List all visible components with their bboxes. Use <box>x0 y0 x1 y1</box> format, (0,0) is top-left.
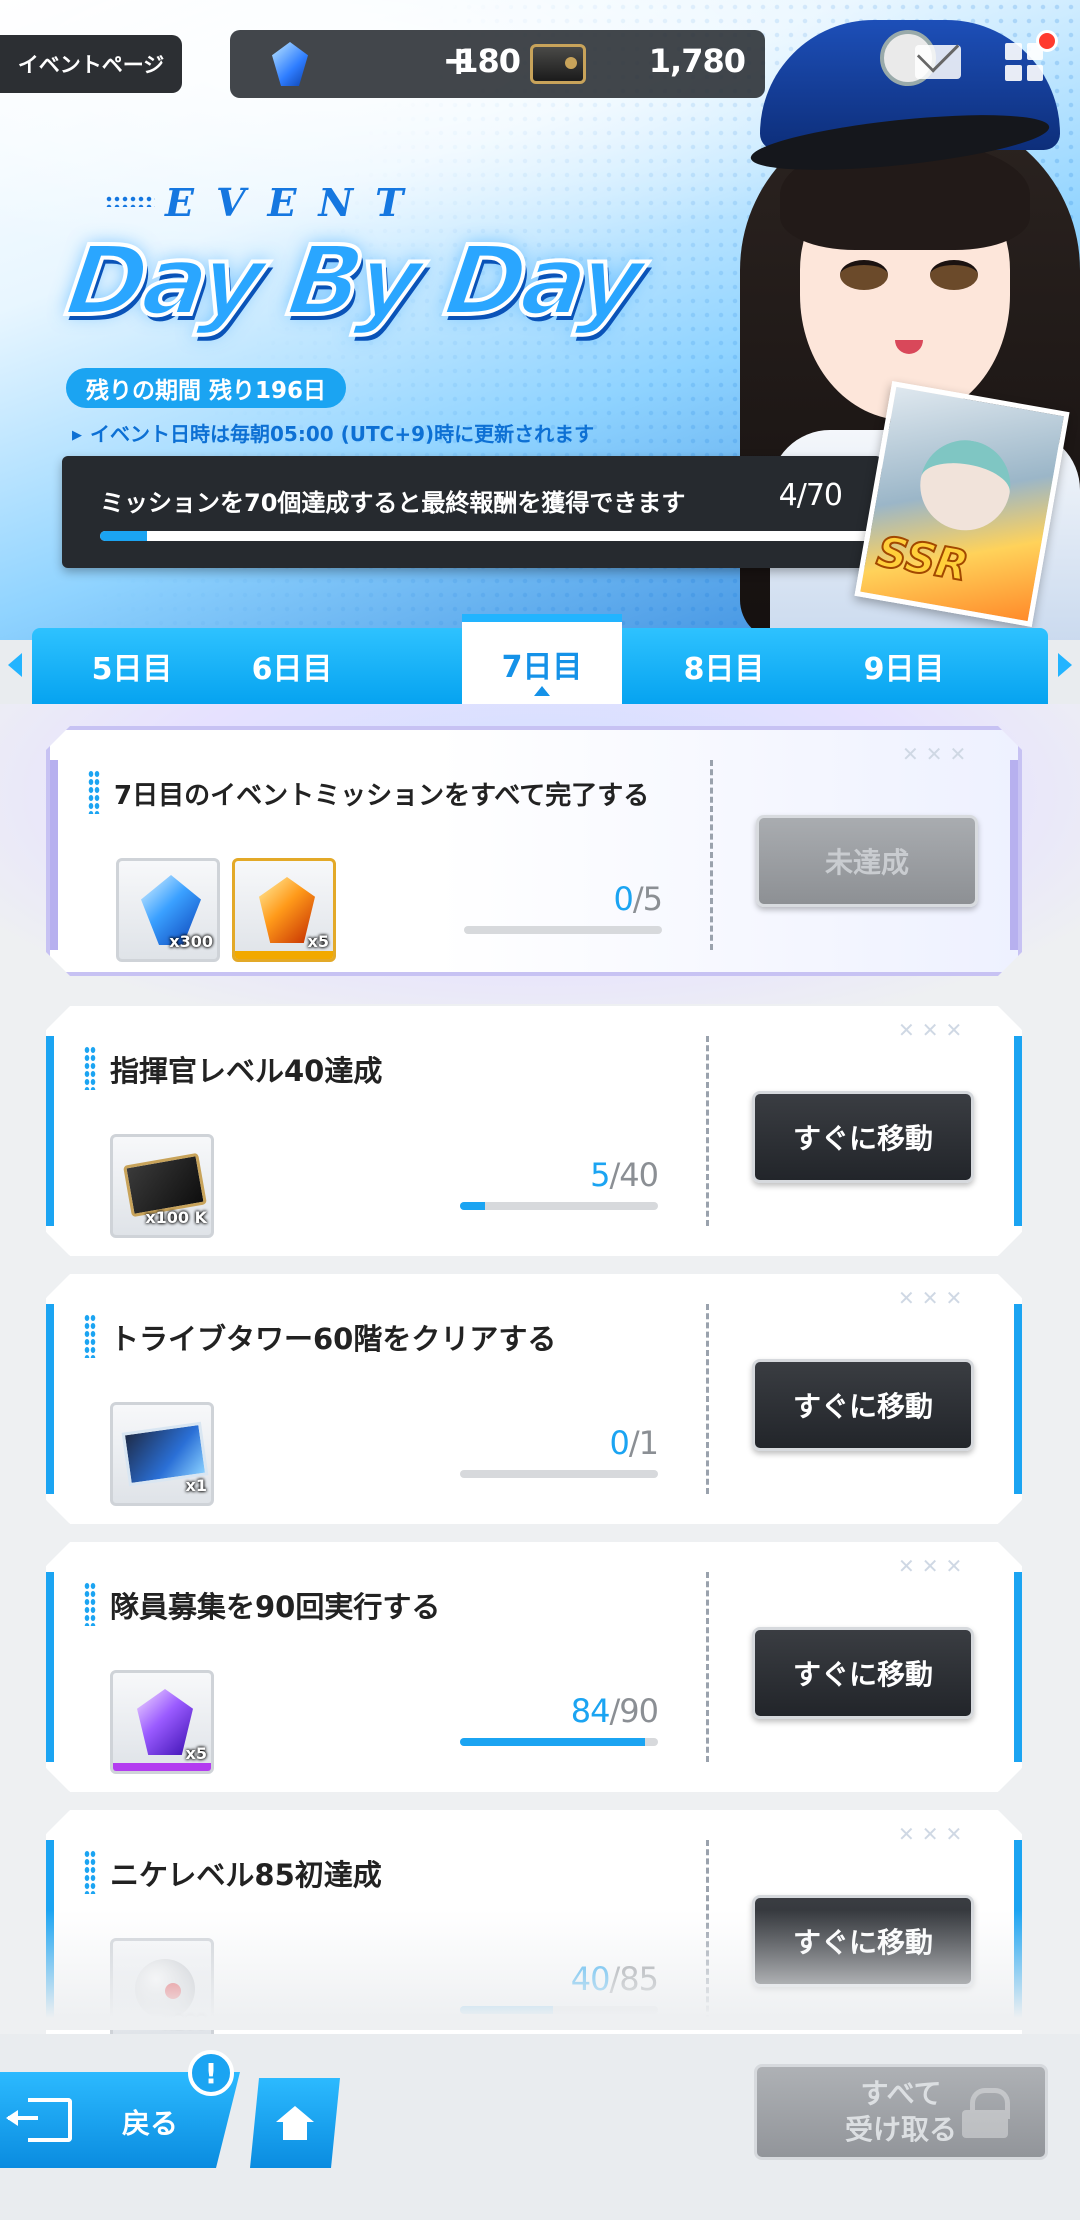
ssr-reward-card[interactable]: SSR <box>854 381 1070 627</box>
event-title-logo: Day By Day <box>58 223 649 339</box>
back-label: 戻る <box>122 2107 179 2140</box>
home-icon <box>276 2106 314 2140</box>
lock-icon <box>962 2088 1010 2138</box>
final-reward-progress-panel[interactable]: ミッションを70個達成すると最終報酬を獲得できます 4/70 <box>62 456 922 568</box>
mission-title: 隊員募集を90回実行する <box>110 1590 441 1624</box>
go-now-button[interactable]: すぐに移動 <box>752 1627 974 1719</box>
ssr-label: SSR <box>872 525 972 591</box>
grip-icon <box>84 1314 96 1358</box>
final-reward-progress-bar <box>100 531 922 541</box>
mission-title: ニケレベル85初達成 <box>110 1858 382 1892</box>
character-eye-right <box>930 260 978 290</box>
dashed-divider <box>710 760 713 950</box>
mission-card-complete-all: ✕ ✕ ✕ 7日目のイベントミッションをすべて完了する x300 x5 0/5 … <box>46 726 1022 976</box>
mission-title: 7日目のイベントミッションをすべて完了する <box>114 781 650 811</box>
ssr-character-portrait <box>913 433 1018 538</box>
grip-icon <box>84 1582 96 1626</box>
mission-progress-fill <box>460 1738 645 1746</box>
tab-day-6[interactable]: 6日目 <box>212 628 372 704</box>
dots-decoration <box>105 195 155 207</box>
tab-scroll-right-icon[interactable] <box>1058 653 1072 677</box>
mission-title: トライブタワー60階をクリアする <box>110 1322 557 1356</box>
update-note: イベント日時は毎朝05:00 (UTC+9)時に更新されます <box>72 418 594 447</box>
mission-progress-bar <box>460 1738 658 1746</box>
exit-arrow-icon <box>6 2098 72 2142</box>
grip-icon <box>88 770 100 814</box>
mission-list[interactable]: ✕ ✕ ✕ 7日目のイベントミッションをすべて完了する x300 x5 0/5 … <box>0 704 1080 2034</box>
go-now-button[interactable]: すぐに移動 <box>752 1359 974 1451</box>
tab-day-7[interactable]: 7日目 <box>462 614 622 706</box>
decor-x-icon: ✕ ✕ ✕ <box>898 1822 963 1846</box>
credit-count: 1,780 <box>648 42 746 80</box>
reward-qty: x100 K <box>145 1208 207 1227</box>
decor-x-icon: ✕ ✕ ✕ <box>898 1554 963 1578</box>
mission-progress-text: 5/40 <box>590 1156 659 1194</box>
dashed-divider <box>706 1036 709 1226</box>
mission-card: ✕ ✕ ✕ トライブタワー60階をクリアする x1 0/1 すぐに移動 <box>46 1274 1022 1524</box>
reward-qty: x5 <box>185 1744 207 1763</box>
tab-day-8[interactable]: 8日目 <box>644 628 804 704</box>
mission-title: 指揮官レベル40達成 <box>110 1054 383 1088</box>
reward-item[interactable]: x5 <box>232 858 336 962</box>
grip-icon <box>84 1046 96 1090</box>
list-bottom-fade <box>0 1910 1080 2030</box>
dashed-divider <box>706 1304 709 1494</box>
final-reward-progress-fill <box>100 531 147 541</box>
add-gems-button[interactable]: + <box>442 38 476 84</box>
decor-x-icon: ✕ ✕ ✕ <box>898 1286 963 1310</box>
grip-icon <box>84 1850 96 1894</box>
day-tabs: 5日目 6日目 7日目 8日目 9日目 <box>32 614 1048 706</box>
mission-card: ✕ ✕ ✕ 指揮官レベル40達成 x100 K 5/40 すぐに移動 <box>46 1006 1022 1256</box>
mission-progress-text: 0/1 <box>609 1424 660 1462</box>
mission-progress-bar <box>460 1202 658 1210</box>
reward-item[interactable]: x5 <box>110 1670 214 1774</box>
tab-scroll-left-icon[interactable] <box>8 653 22 677</box>
home-button[interactable] <box>250 2078 340 2168</box>
mission-progress-text: 84/90 <box>570 1692 659 1730</box>
character-eye-left <box>840 260 888 290</box>
tab-day-9[interactable]: 9日目 <box>824 628 984 704</box>
mission-progress-fill <box>460 1202 485 1210</box>
not-achieved-button[interactable]: 未達成 <box>756 815 978 907</box>
currency-bar: 180 + 1,780 <box>230 30 765 98</box>
reward-item[interactable]: x100 K <box>110 1134 214 1238</box>
reward-item[interactable]: x1 <box>110 1402 214 1506</box>
reward-qty: x5 <box>307 932 329 951</box>
notification-dot <box>1036 30 1058 52</box>
reward-qty: x300 <box>169 932 213 951</box>
tab-day-5[interactable]: 5日目 <box>52 628 212 704</box>
remaining-period-badge: 残りの期間 残り196日 <box>66 368 347 408</box>
decor-x-icon: ✕ ✕ ✕ <box>898 1018 963 1042</box>
event-banner: イベントページ 180 + 1,780 EVENT Day By Day 残りの… <box>0 0 1080 640</box>
credit-icon <box>530 44 586 84</box>
gem-count: 180 <box>456 42 521 80</box>
mission-progress-text: 0/5 <box>613 880 664 918</box>
event-label: EVENT <box>165 180 426 225</box>
menu-grid-icon[interactable] <box>1005 43 1043 81</box>
reward-qty: x1 <box>185 1476 207 1495</box>
final-reward-count: 4/70 <box>778 478 843 513</box>
go-now-button[interactable]: すぐに移動 <box>752 1091 974 1183</box>
gem-icon <box>272 42 308 86</box>
event-page-button[interactable]: イベントページ <box>0 35 182 93</box>
claim-all-label: すべて 受け取る <box>844 2077 957 2146</box>
mission-progress-bar <box>464 926 662 934</box>
alert-badge-icon: ! <box>188 2050 234 2096</box>
mail-icon[interactable] <box>915 45 961 79</box>
mission-progress-bar <box>460 1470 658 1478</box>
dashed-divider <box>706 1572 709 1762</box>
final-reward-text: ミッションを70個達成すると最終報酬を獲得できます <box>100 489 686 517</box>
reward-item[interactable]: x300 <box>116 858 220 962</box>
decor-x-icon: ✕ ✕ ✕ <box>902 742 967 766</box>
mission-card: ✕ ✕ ✕ 隊員募集を90回実行する x5 84/90 すぐに移動 <box>46 1542 1022 1792</box>
